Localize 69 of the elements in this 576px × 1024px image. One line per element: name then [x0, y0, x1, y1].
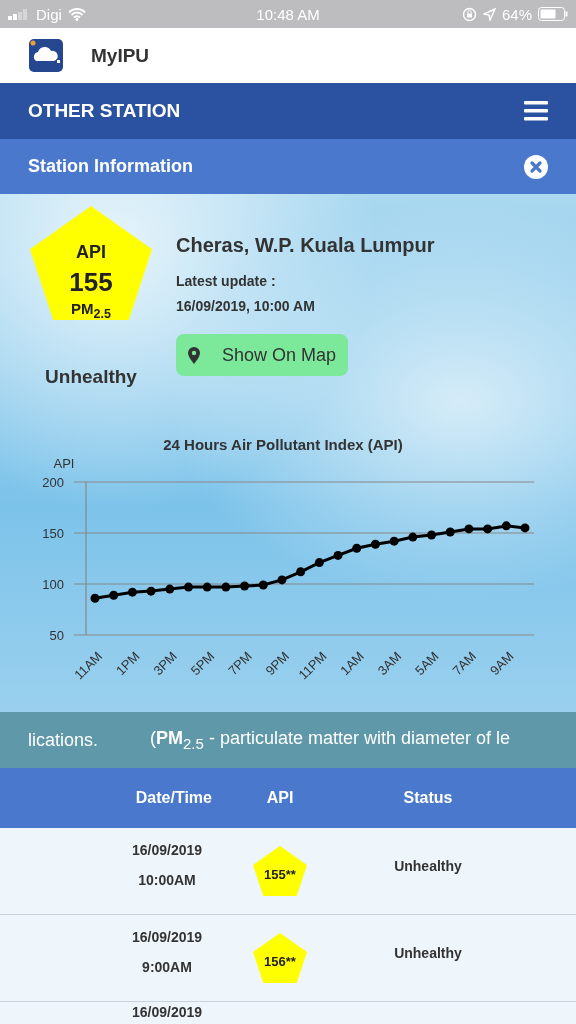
data-point [127, 587, 137, 597]
time-cell-text: 10:00AM [137, 872, 197, 888]
api-value-badge: 155** [253, 846, 307, 896]
carrier-name: Digi [36, 5, 62, 23]
api-value: 155 [69, 267, 113, 298]
api-value-badge: 156** [253, 933, 307, 983]
data-point [314, 558, 324, 568]
data-point [90, 593, 100, 603]
data-point [146, 586, 156, 596]
update-label: Latest update : [176, 273, 276, 289]
data-point [352, 543, 362, 553]
date-cell-text: 16/09/2019 [130, 1004, 204, 1020]
show-on-map-button[interactable]: Show On Map [176, 334, 349, 376]
y-tick-label: 100 [42, 577, 64, 592]
data-point [464, 524, 474, 534]
data-point [109, 590, 119, 600]
column-header: API [265, 789, 295, 807]
data-point [221, 582, 231, 592]
panel-title: Station Information [28, 156, 193, 177]
column-header: Date/Time [134, 789, 213, 807]
data-point [184, 582, 193, 592]
status-cell: Unhealthy [394, 945, 462, 961]
data-point [389, 536, 399, 546]
rotation-lock-icon [461, 6, 477, 22]
battery-icon [538, 7, 568, 21]
status-cell: Unhealthy [394, 858, 462, 874]
y-axis-label: API [53, 456, 75, 471]
data-point [277, 575, 287, 585]
close-icon [524, 154, 548, 179]
data-point [427, 530, 436, 540]
signal-icon [8, 8, 30, 20]
cloud-logo-icon [29, 39, 63, 72]
clock-time: 10:48 AM [256, 5, 320, 23]
y-tick-label: 50 [49, 628, 64, 643]
station-name: Cheras, W.P. Kuala Lumpur [176, 234, 435, 257]
menu-icon [524, 101, 548, 121]
data-point [202, 582, 212, 592]
air-status: Unhealthy [45, 366, 137, 388]
y-tick-label: 150 [42, 526, 64, 541]
api-label: API [76, 242, 106, 263]
battery-percent: 64% [501, 5, 532, 23]
data-point [165, 584, 175, 594]
chart-title: 24 Hours Air Pollutant Index (API) [162, 436, 404, 455]
date-cell-text: 16/09/2019 [130, 929, 204, 945]
ticker-text: lications. [28, 729, 99, 751]
date-cell-text: 16/09/2019 [130, 842, 204, 858]
time-cell-text: 9:00AM [141, 959, 193, 975]
pollutant-label: PM$_{2.5}$ [71, 300, 111, 321]
data-point [258, 580, 268, 590]
data-point [520, 523, 530, 533]
location-arrow-icon [482, 7, 496, 21]
data-point [240, 581, 250, 591]
data-point [445, 527, 455, 537]
page-title: OTHER STATION [28, 100, 181, 122]
data-point [483, 524, 493, 534]
wifi-icon [67, 7, 86, 21]
menu-button[interactable] [524, 101, 548, 121]
data-point [501, 521, 511, 531]
data-point [408, 532, 418, 542]
ticker-text: (PM$_{2.5}$ - particulate matter with diameter of le [150, 728, 510, 752]
map-pin-icon [188, 346, 200, 364]
data-point [370, 539, 380, 549]
close-button[interactable] [524, 154, 548, 179]
app-title: MyIPU [91, 44, 150, 67]
data-point [296, 567, 306, 577]
column-header: Status [402, 789, 454, 807]
update-time: 16/09/2019, 10:00 AM [176, 298, 315, 314]
y-tick-label: 200 [42, 475, 64, 490]
data-point [333, 550, 343, 560]
